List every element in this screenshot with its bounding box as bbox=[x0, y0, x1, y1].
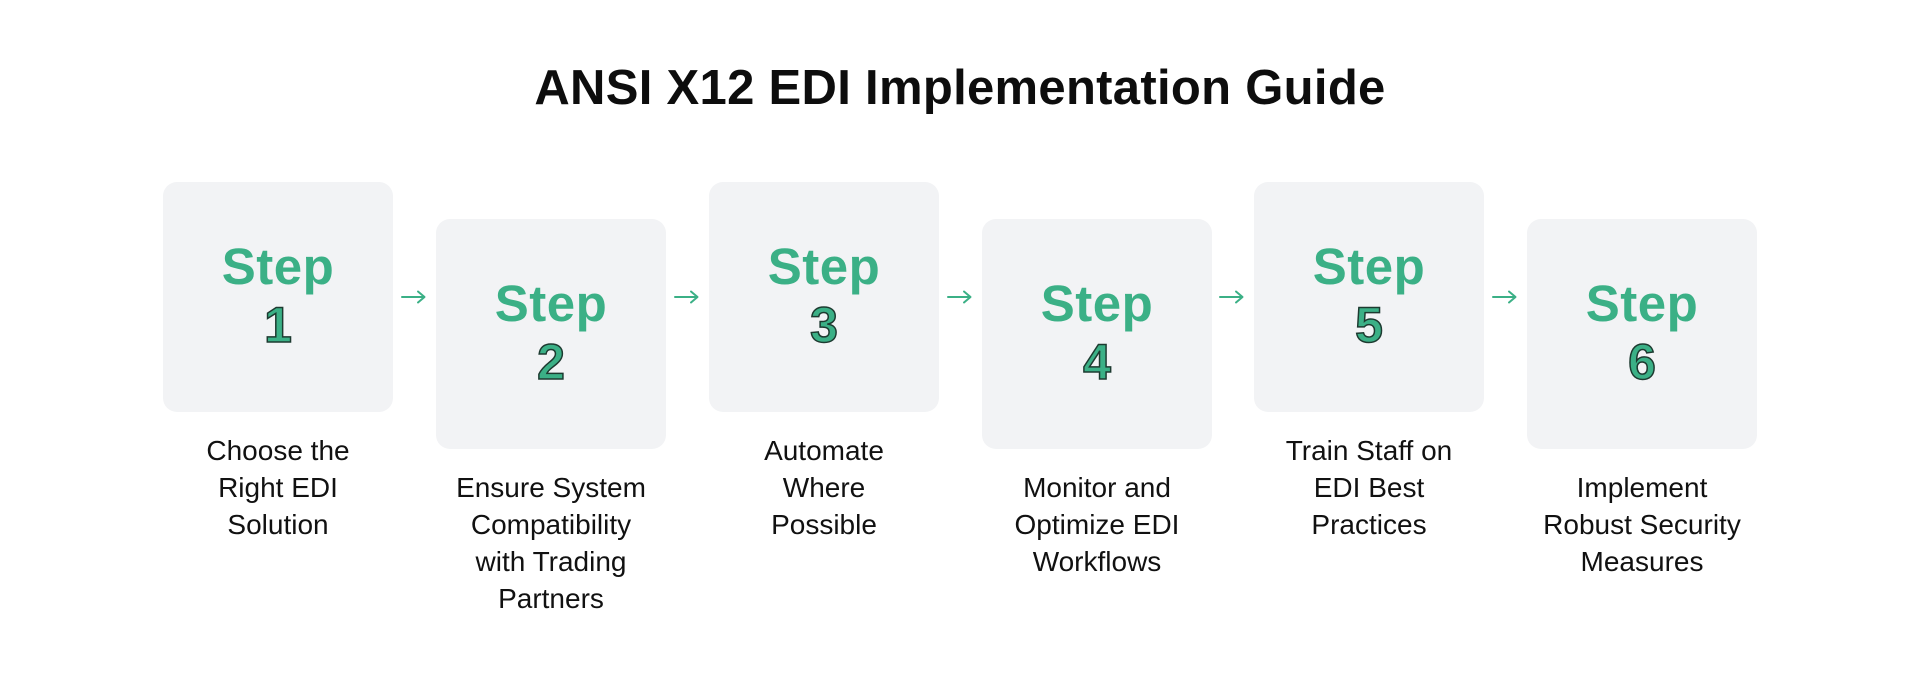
step-label: Monitor and Optimize EDI Workflows bbox=[962, 469, 1232, 580]
step-word: Step bbox=[1585, 275, 1699, 332]
step-label-line: Robust Security bbox=[1543, 509, 1741, 540]
step-label-line: Partners bbox=[498, 583, 604, 614]
step-box: Step 1 bbox=[163, 182, 393, 412]
step-label: Ensure System Compatibility with Trading… bbox=[416, 469, 686, 617]
step-4: Step 4 Monitor and Optimize EDI Workflow… bbox=[982, 219, 1212, 580]
arrow-right-icon bbox=[674, 290, 700, 304]
step-number: 4 bbox=[1082, 333, 1111, 391]
step-label-line: Optimize EDI bbox=[1014, 509, 1180, 540]
step-label: Implement Robust Security Measures bbox=[1507, 469, 1777, 580]
step-number: 1 bbox=[263, 296, 292, 354]
step-2: Step 2 Ensure System Compatibility with … bbox=[436, 219, 666, 617]
step-label-line: Practices bbox=[1311, 509, 1427, 540]
arrow-right-icon bbox=[1492, 290, 1518, 304]
step-word: Step bbox=[767, 238, 881, 295]
step-box: Step 5 bbox=[1254, 182, 1484, 412]
step-number: 5 bbox=[1354, 296, 1383, 354]
step-box: Step 3 bbox=[709, 182, 939, 412]
step-number: 2 bbox=[536, 333, 565, 391]
step-label-line: Measures bbox=[1580, 546, 1704, 577]
step-1: Step 1 Choose the Right EDI Solution bbox=[163, 182, 393, 543]
step-label: Train Staff on EDI Best Practices bbox=[1234, 432, 1504, 543]
step-word: Step bbox=[494, 275, 608, 332]
step-label-line: Solution bbox=[227, 509, 329, 540]
step-label-line: with Trading bbox=[475, 546, 627, 577]
arrow-right-icon bbox=[1219, 290, 1245, 304]
arrow-right-icon bbox=[947, 290, 973, 304]
step-label-line: Possible bbox=[771, 509, 877, 540]
step-box: Step 4 bbox=[982, 219, 1212, 449]
step-label: Automate Where Possible bbox=[689, 432, 959, 543]
step-box: Step 2 bbox=[436, 219, 666, 449]
step-5: Step 5 Train Staff on EDI Best Practices bbox=[1254, 182, 1484, 543]
diagram-title: ANSI X12 EDI Implementation Guide bbox=[534, 61, 1386, 115]
step-label-line: Implement bbox=[1576, 472, 1708, 503]
step-label-line: Choose the bbox=[206, 435, 350, 466]
arrow-right-icon bbox=[401, 290, 427, 304]
step-word: Step bbox=[1312, 238, 1426, 295]
step-box: Step 6 bbox=[1527, 219, 1757, 449]
step-6: Step 6 Implement Robust Security Measure… bbox=[1527, 219, 1757, 580]
step-label-line: Monitor and bbox=[1023, 472, 1171, 503]
step-word: Step bbox=[1040, 275, 1154, 332]
step-label-line: Compatibility bbox=[470, 509, 632, 540]
step-label-line: Automate bbox=[764, 435, 884, 466]
step-label-line: Train Staff on bbox=[1285, 435, 1453, 466]
step-3: Step 3 Automate Where Possible bbox=[709, 182, 939, 543]
step-number: 6 bbox=[1627, 333, 1656, 391]
step-label-line: Right EDI bbox=[218, 472, 338, 503]
step-label-line: Workflows bbox=[1032, 546, 1162, 577]
step-label-line: Where bbox=[782, 472, 866, 503]
step-number: 3 bbox=[809, 296, 838, 354]
step-label: Choose the Right EDI Solution bbox=[143, 432, 413, 543]
step-label-line: Ensure System bbox=[456, 472, 646, 503]
step-word: Step bbox=[221, 238, 335, 295]
step-label-line: EDI Best bbox=[1313, 472, 1425, 503]
